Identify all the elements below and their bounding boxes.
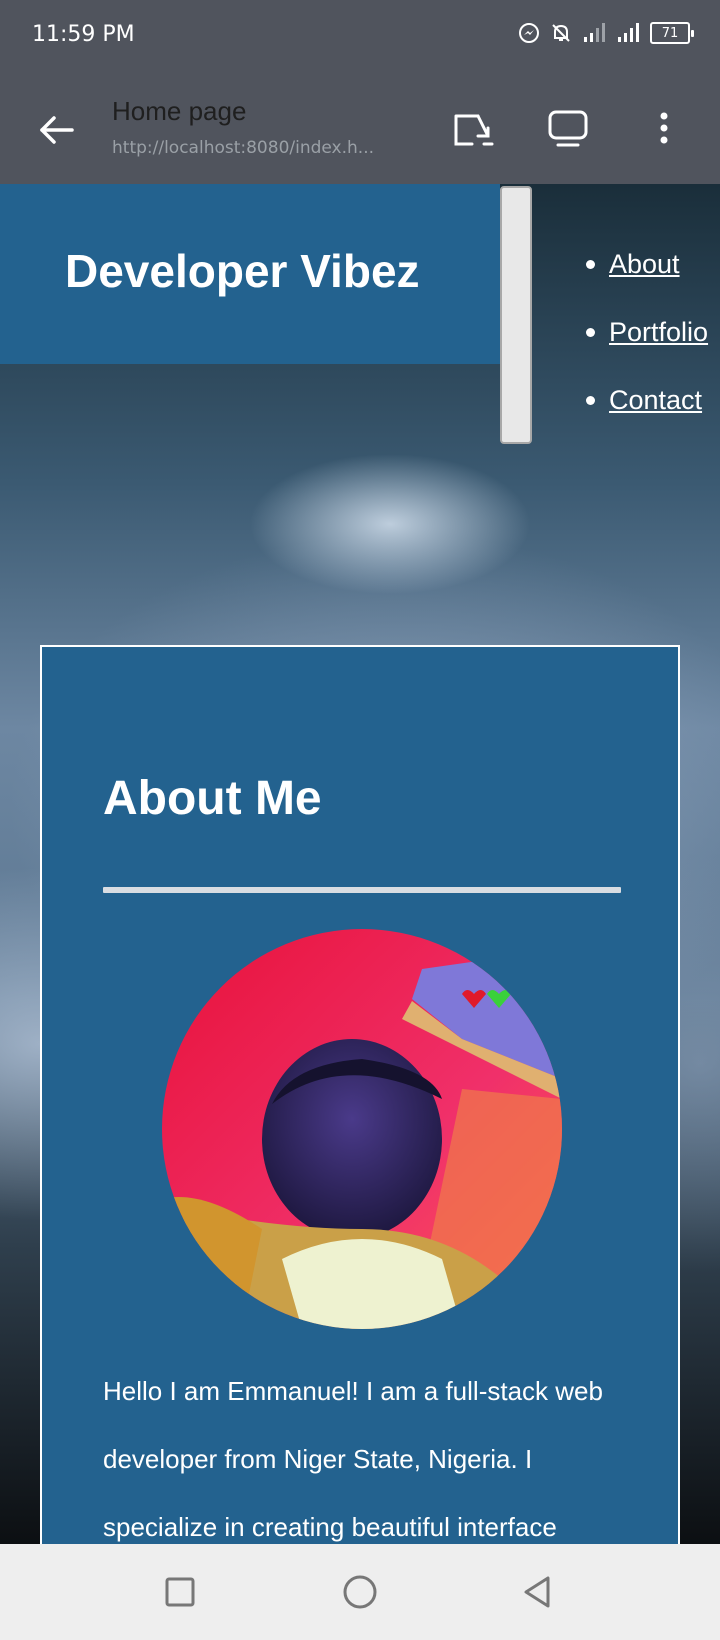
page-url: http://localhost:8080/index.h... [112,138,375,158]
nav-link-about[interactable]: About [609,249,680,280]
more-vert-icon[interactable] [648,104,680,152]
status-icons: 71 [518,22,694,44]
bullet [586,327,595,337]
recents-square-icon[interactable] [160,1572,200,1612]
battery-level: 71 [661,25,679,41]
back-arrow-icon[interactable] [32,106,80,154]
divider [103,887,621,893]
open-external-icon[interactable] [448,106,496,154]
about-text: Hello I am Emmanuel! I am a full-stack w… [103,1376,603,1542]
webview[interactable]: Developer Vibez About Portfolio Contact … [0,184,720,1544]
bell-off-icon [552,24,570,42]
site-title: Developer Vibez [65,245,420,297]
scrollbar-thumb[interactable] [500,186,532,444]
battery-icon: 71 [650,22,694,44]
messenger-icon [519,23,539,43]
site-header: Developer Vibez [0,184,500,364]
profile-photo [162,929,562,1329]
signal-icon [618,23,639,42]
nav-link-contact[interactable]: Contact [609,385,702,416]
home-circle-icon[interactable] [340,1572,380,1612]
back-triangle-icon[interactable] [518,1572,558,1612]
app-toolbar: Home page http://localhost:8080/index.h.… [0,76,720,184]
status-bar: 11:59 PM 71 [0,0,720,76]
bullet [586,259,595,269]
system-nav-bar [0,1544,720,1640]
about-heading: About Me [103,772,322,825]
nav-item-portfolio: Portfolio [586,298,708,366]
page-title: Home page [112,96,247,126]
site-nav: About Portfolio Contact [586,230,708,434]
nav-item-contact: Contact [586,366,708,434]
screen-icon[interactable] [544,104,592,152]
nav-link-portfolio[interactable]: Portfolio [609,317,708,348]
status-time: 11:59 PM [32,22,135,47]
bullet [586,395,595,405]
nav-item-about: About [586,230,708,298]
signal-icon [584,23,605,42]
about-card: About Me Hello I am Emmanuel! I am a ful… [40,645,680,1544]
